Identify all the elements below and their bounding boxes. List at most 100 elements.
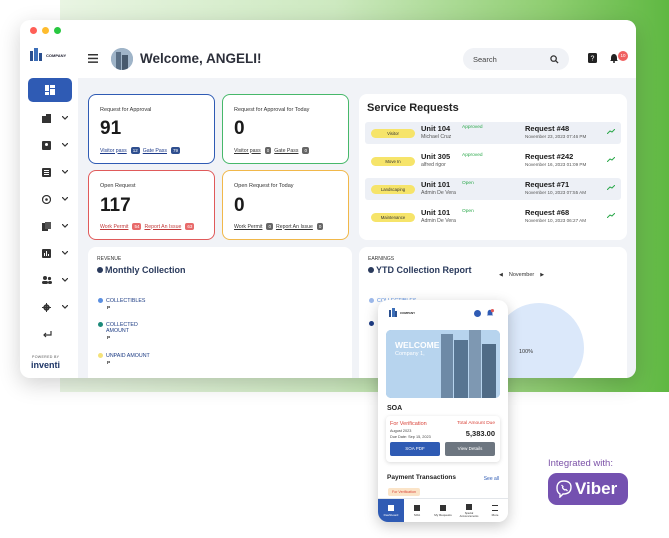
sidebar-item-logout[interactable] bbox=[28, 325, 72, 343]
legend-label: COLLECTIBLES bbox=[106, 298, 146, 304]
request-type-badge: Landscaping bbox=[371, 184, 415, 194]
revenue-title-text: Monthly Collection bbox=[105, 265, 186, 275]
chevron-down-icon bbox=[62, 224, 68, 228]
request-status: Open bbox=[462, 181, 474, 186]
stat-value: 0 bbox=[234, 195, 245, 216]
phone-profile-icon[interactable] bbox=[474, 310, 481, 317]
nav-announcements[interactable]: Special Announcements bbox=[456, 499, 482, 522]
revenue-title: Monthly Collection bbox=[97, 265, 186, 275]
chevron-down-icon bbox=[62, 251, 68, 255]
service-request-row[interactable]: Landscaping Unit 101 Open Admin De Vera … bbox=[365, 178, 621, 200]
see-all-link[interactable]: See all bbox=[484, 476, 499, 482]
stat-card-request-approval-today[interactable]: Request for Approval for Today 0 Visitor… bbox=[222, 94, 349, 164]
request-unit: Unit 305 bbox=[421, 152, 451, 161]
nav-more[interactable]: More bbox=[482, 499, 508, 522]
powered-by-label: POWERED BY bbox=[32, 355, 60, 359]
visitor-pass-link[interactable]: Visitor pass bbox=[234, 148, 261, 154]
work-permit-link[interactable]: Work Permit bbox=[234, 224, 262, 230]
close-dot[interactable] bbox=[30, 26, 37, 34]
visitor-pass-link[interactable]: Visitor pass bbox=[100, 148, 127, 154]
gate-pass-link[interactable]: Gate Pass bbox=[143, 148, 167, 154]
more-icon bbox=[492, 504, 498, 511]
service-request-row[interactable]: Visitor Unit 104 Approved Michael Cruz R… bbox=[365, 122, 621, 144]
sidebar-item-reports[interactable] bbox=[28, 244, 72, 262]
next-month-icon[interactable]: ▶ bbox=[540, 272, 544, 278]
request-unit: Unit 104 bbox=[421, 124, 451, 133]
request-number[interactable]: Request #71 bbox=[525, 180, 569, 189]
legend-dot bbox=[98, 353, 103, 359]
gate-pass-count: 79 bbox=[170, 147, 180, 154]
legend-dot bbox=[98, 298, 103, 304]
chevron-down-icon bbox=[62, 170, 68, 174]
nav-soa[interactable]: SOA bbox=[404, 499, 430, 522]
request-status: Approved bbox=[462, 153, 483, 158]
trend-up-icon bbox=[607, 213, 615, 218]
sidebar-item-contacts[interactable] bbox=[28, 136, 72, 154]
soa-status: For Verification bbox=[390, 421, 427, 427]
maximize-dot[interactable] bbox=[54, 26, 61, 34]
work-permit-link[interactable]: Work Permit bbox=[100, 224, 128, 230]
avatar[interactable] bbox=[111, 48, 133, 70]
legend-dot bbox=[369, 321, 374, 326]
stat-links: Work Permit 0 Report An Issue 0 bbox=[234, 223, 324, 230]
service-request-row[interactable]: Maintenance Unit 101 Open Admin De Vera … bbox=[365, 206, 621, 228]
stat-label: Open Request for Today bbox=[234, 183, 294, 189]
sidebar-item-buildings[interactable] bbox=[28, 109, 72, 127]
users-icon bbox=[42, 276, 52, 284]
contact-card-icon bbox=[42, 140, 51, 150]
request-number[interactable]: Request #48 bbox=[525, 124, 569, 133]
request-person: alfred rigor bbox=[421, 162, 446, 168]
sidebar-item-billing[interactable] bbox=[28, 163, 72, 181]
company-logo[interactable]: COMPANY bbox=[28, 48, 66, 62]
phone-logo: COMPANY bbox=[388, 308, 415, 317]
integration-label: Integrated with: bbox=[548, 458, 613, 469]
service-request-row[interactable]: Move In Unit 305 Approved alfred rigor R… bbox=[365, 150, 621, 172]
sidebar-item-dashboard[interactable] bbox=[28, 78, 72, 102]
legend-value: P bbox=[107, 306, 111, 311]
request-number[interactable]: Request #68 bbox=[525, 208, 569, 217]
search-icon[interactable] bbox=[550, 54, 559, 64]
gear-icon bbox=[42, 302, 51, 312]
nav-requests[interactable]: My Requests bbox=[430, 499, 456, 522]
requests-icon bbox=[440, 504, 446, 511]
request-status: Approved bbox=[462, 125, 483, 130]
request-type-badge: Visitor bbox=[371, 128, 415, 138]
stat-card-request-approval[interactable]: Request for Approval 91 Visitor pass 12 Ga… bbox=[88, 94, 215, 164]
prev-month-icon[interactable]: ◀ bbox=[499, 272, 503, 278]
trend-up-icon bbox=[607, 185, 615, 190]
building-icon bbox=[42, 113, 51, 123]
request-date: November 10, 2023 07:55 AM bbox=[525, 190, 587, 195]
search-input[interactable]: Search bbox=[463, 48, 569, 70]
request-status: Open bbox=[462, 209, 474, 214]
nav-label: SOA bbox=[413, 512, 421, 517]
search-placeholder: Search bbox=[473, 54, 497, 64]
request-number[interactable]: Request #242 bbox=[525, 152, 573, 161]
hamburger-menu-icon[interactable] bbox=[88, 54, 98, 63]
help-icon[interactable]: ? bbox=[588, 53, 597, 63]
phone-bell-icon[interactable] bbox=[486, 309, 494, 317]
sidebar-item-services[interactable] bbox=[28, 190, 72, 208]
minimize-dot[interactable] bbox=[42, 26, 49, 34]
legend-value: P bbox=[107, 361, 111, 366]
report-issue-link[interactable]: Report An Issue bbox=[276, 224, 313, 230]
nav-label: My Requests bbox=[434, 512, 452, 517]
view-details-button[interactable]: View Details bbox=[445, 442, 495, 456]
nav-dashboard[interactable]: Dashboard bbox=[378, 499, 404, 522]
stat-card-open-request[interactable]: Open Request 117 Work Permit 54 Report An … bbox=[88, 170, 215, 240]
stat-card-open-request-today[interactable]: Open Request for Today 0 Work Permit 0 Rep… bbox=[222, 170, 349, 240]
nav-label: Special Announcements bbox=[459, 511, 479, 518]
sidebar-item-users[interactable] bbox=[28, 271, 72, 289]
month-selector[interactable]: ◀ November ▶ bbox=[499, 272, 544, 278]
stat-value: 91 bbox=[100, 118, 122, 139]
sidebar-item-documents[interactable] bbox=[28, 217, 72, 235]
request-unit: Unit 101 bbox=[421, 208, 451, 217]
dashboard-icon bbox=[388, 505, 394, 511]
soa-pdf-button[interactable]: SOA PDF bbox=[390, 442, 440, 456]
chevron-down-icon bbox=[62, 143, 68, 147]
gate-pass-count: 0 bbox=[302, 147, 309, 154]
sidebar-item-settings[interactable] bbox=[28, 298, 72, 316]
request-date: November 23, 2023 07:46 PM bbox=[525, 134, 587, 139]
report-issue-link[interactable]: Report An Issue bbox=[144, 224, 181, 230]
gate-pass-link[interactable]: Gate Pass bbox=[274, 148, 298, 154]
dashboard-icon bbox=[45, 85, 55, 95]
